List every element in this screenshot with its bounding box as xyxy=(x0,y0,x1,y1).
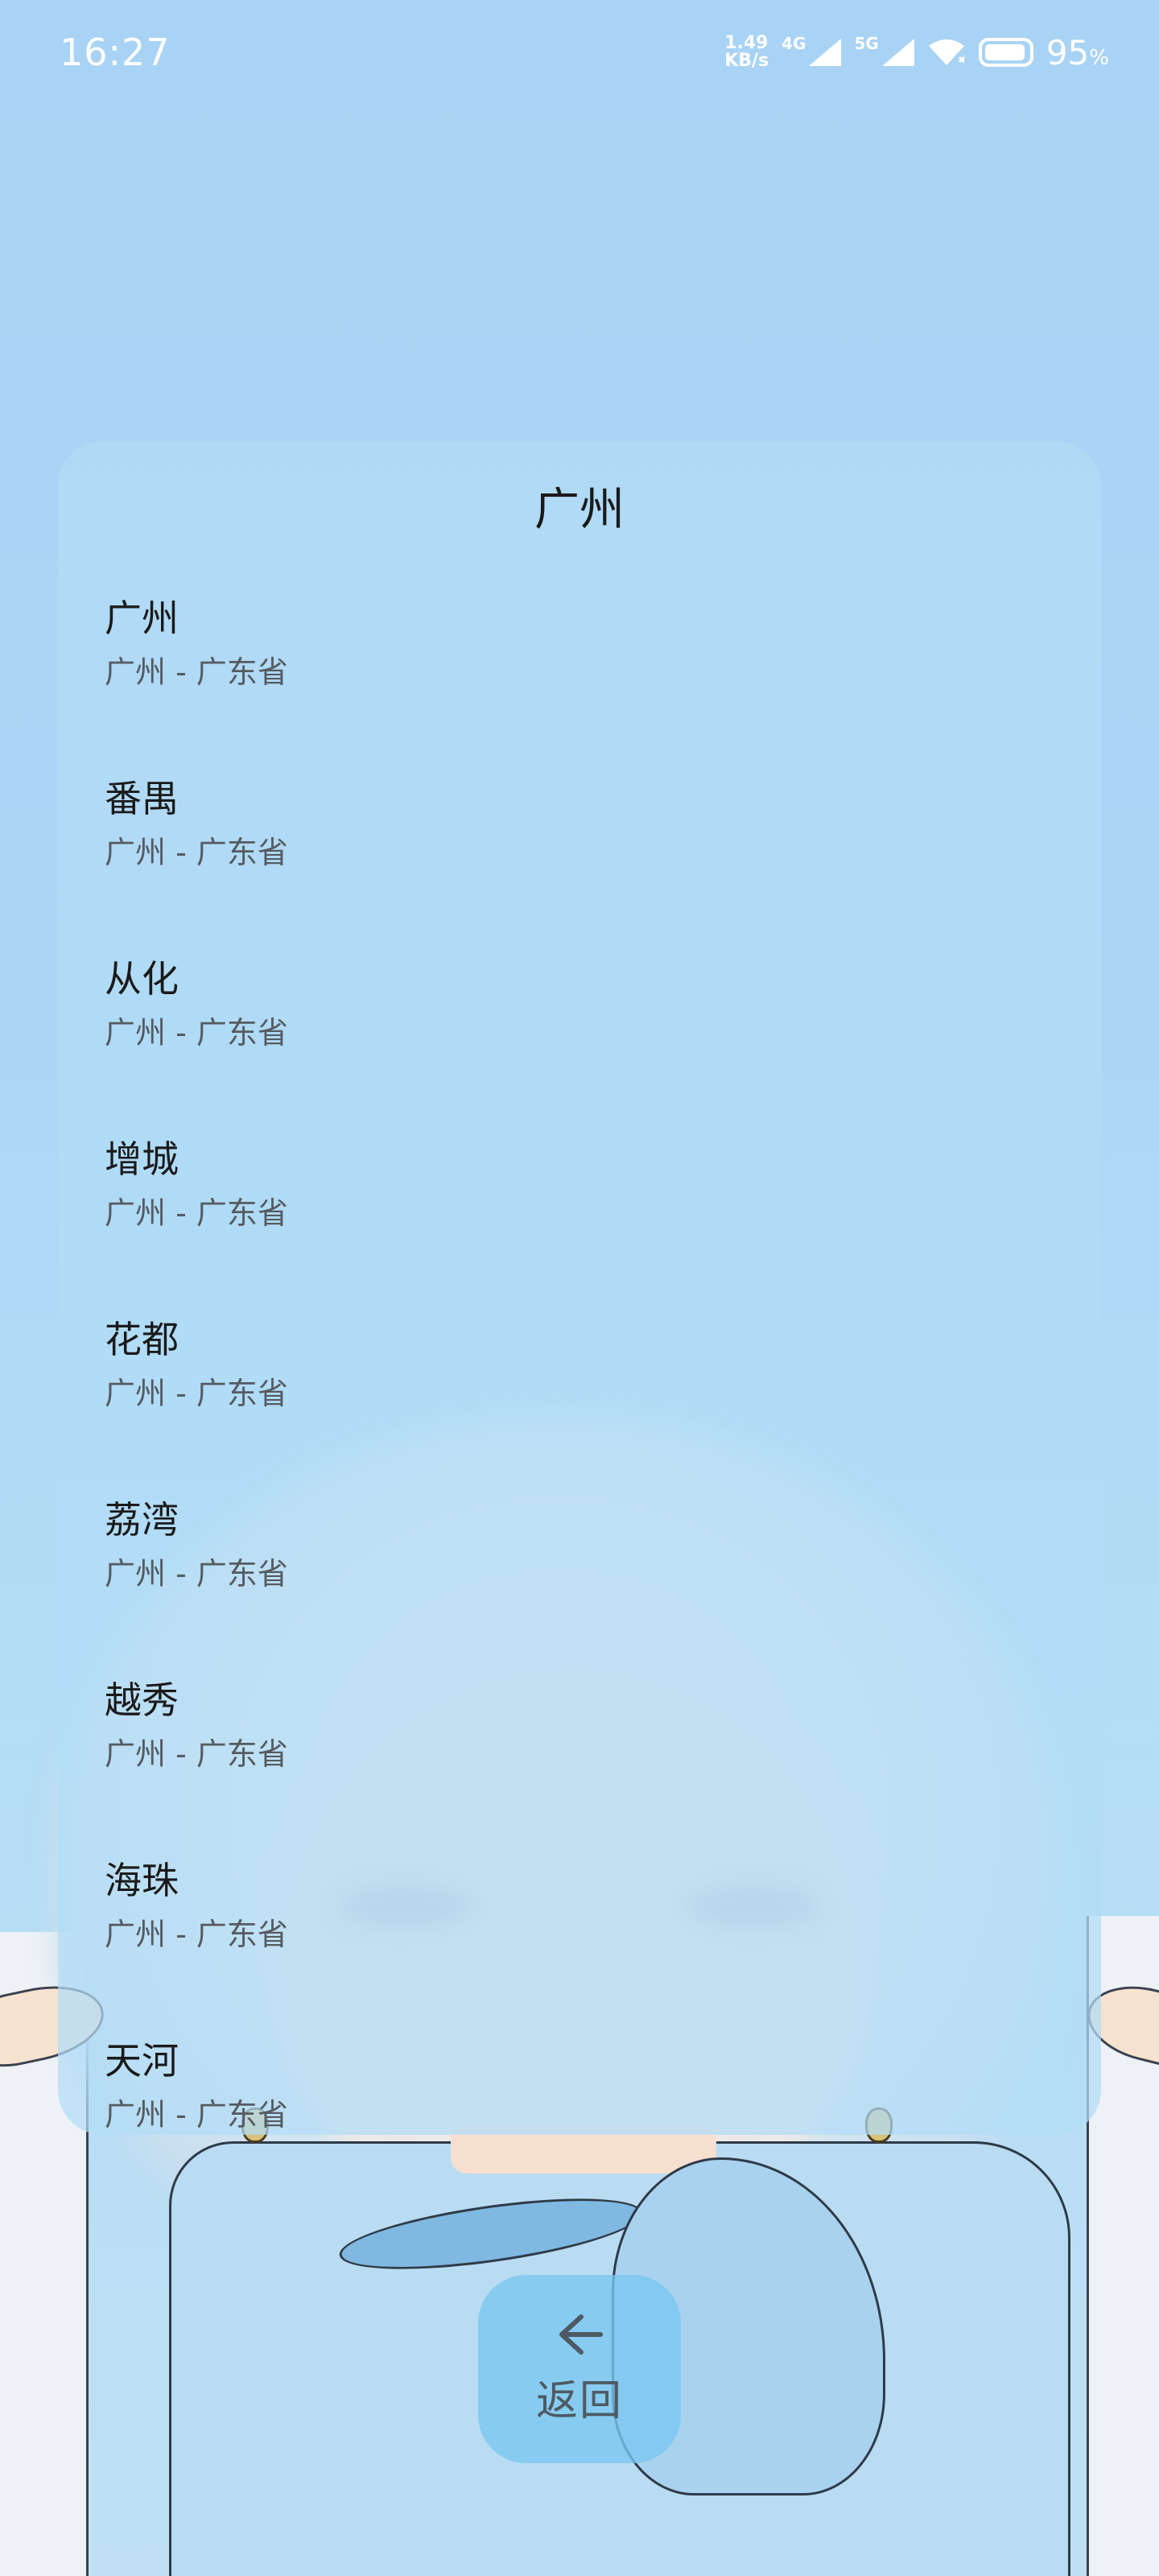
city-name: 广州 xyxy=(105,597,179,640)
city-name: 海珠 xyxy=(105,1859,179,1902)
list-item[interactable]: 越秀 广州 - 广东省 xyxy=(105,1676,1054,1856)
list-item[interactable]: 增城 广州 - 广东省 xyxy=(105,1135,1054,1315)
list-item[interactable]: 荔湾 广州 - 广东省 xyxy=(105,1496,1054,1676)
network-speed-value: 1.49 xyxy=(724,33,769,53)
city-region: 广州 - 广东省 xyxy=(105,835,288,870)
city-name: 从化 xyxy=(105,957,179,1001)
network-speed-unit: KB/s xyxy=(724,51,769,71)
status-bar: 16:27 1.49 KB/s 4G 5G 95% xyxy=(0,0,1159,105)
network-speed: 1.49 KB/s xyxy=(724,35,769,70)
signal-5g: 5G xyxy=(854,34,914,66)
city-name: 越秀 xyxy=(105,1678,179,1722)
city-region: 广州 - 广东省 xyxy=(105,654,288,690)
city-region: 广州 - 广东省 xyxy=(105,2097,288,2132)
city-list[interactable]: 广州 广州 - 广东省 番禺 广州 - 广东省 从化 广州 - 广东省 增城 广… xyxy=(105,594,1054,2135)
city-name: 花都 xyxy=(105,1318,179,1361)
card-title: 广州 xyxy=(534,484,625,536)
list-item[interactable]: 海珠 广州 - 广东省 xyxy=(105,1856,1054,2037)
city-name: 天河 xyxy=(105,2039,179,2083)
list-item[interactable]: 花都 广州 - 广东省 xyxy=(105,1315,1054,1496)
list-item[interactable]: 广州 广州 - 广东省 xyxy=(105,594,1054,774)
signal-5g-label: 5G xyxy=(854,34,879,53)
city-name: 番禺 xyxy=(105,777,179,820)
list-item[interactable]: 番禺 广州 - 广东省 xyxy=(105,774,1054,955)
wifi-icon xyxy=(927,38,966,67)
signal-strength-icon xyxy=(881,39,914,66)
city-region: 广州 - 广东省 xyxy=(105,1376,288,1411)
signal-4g-label: 4G xyxy=(782,34,806,53)
back-button[interactable]: 返回 xyxy=(478,2275,681,2463)
battery-icon xyxy=(978,38,1033,67)
city-region: 广州 - 广东省 xyxy=(105,1917,288,1952)
city-region: 广州 - 广东省 xyxy=(105,1556,288,1591)
signal-4g: 4G xyxy=(782,34,842,66)
city-name: 荔湾 xyxy=(105,1498,179,1542)
city-region: 广州 - 广东省 xyxy=(105,1015,288,1051)
signal-strength-icon xyxy=(809,39,842,66)
battery-percent-value: 95 xyxy=(1046,32,1090,72)
city-region: 广州 - 广东省 xyxy=(105,1195,288,1231)
status-time: 16:27 xyxy=(60,31,171,74)
list-item[interactable]: 天河 广州 - 广东省 xyxy=(105,2037,1054,2135)
battery-percent-sign: % xyxy=(1089,45,1109,70)
arrow-left-icon xyxy=(554,2312,605,2360)
city-name: 增城 xyxy=(105,1137,179,1181)
status-icons: 1.49 KB/s 4G 5G 95% xyxy=(724,33,1109,72)
list-item[interactable]: 从化 广州 - 广东省 xyxy=(105,955,1054,1135)
city-picker-card: 广州 广州 广州 - 广东省 番禺 广州 - 广东省 从化 广州 - 广东省 增… xyxy=(58,441,1101,2135)
battery-level xyxy=(984,44,1025,60)
back-button-label: 返回 xyxy=(535,2376,623,2425)
city-region: 广州 - 广东省 xyxy=(105,1736,288,1772)
battery-percent: 95% xyxy=(1046,33,1109,72)
